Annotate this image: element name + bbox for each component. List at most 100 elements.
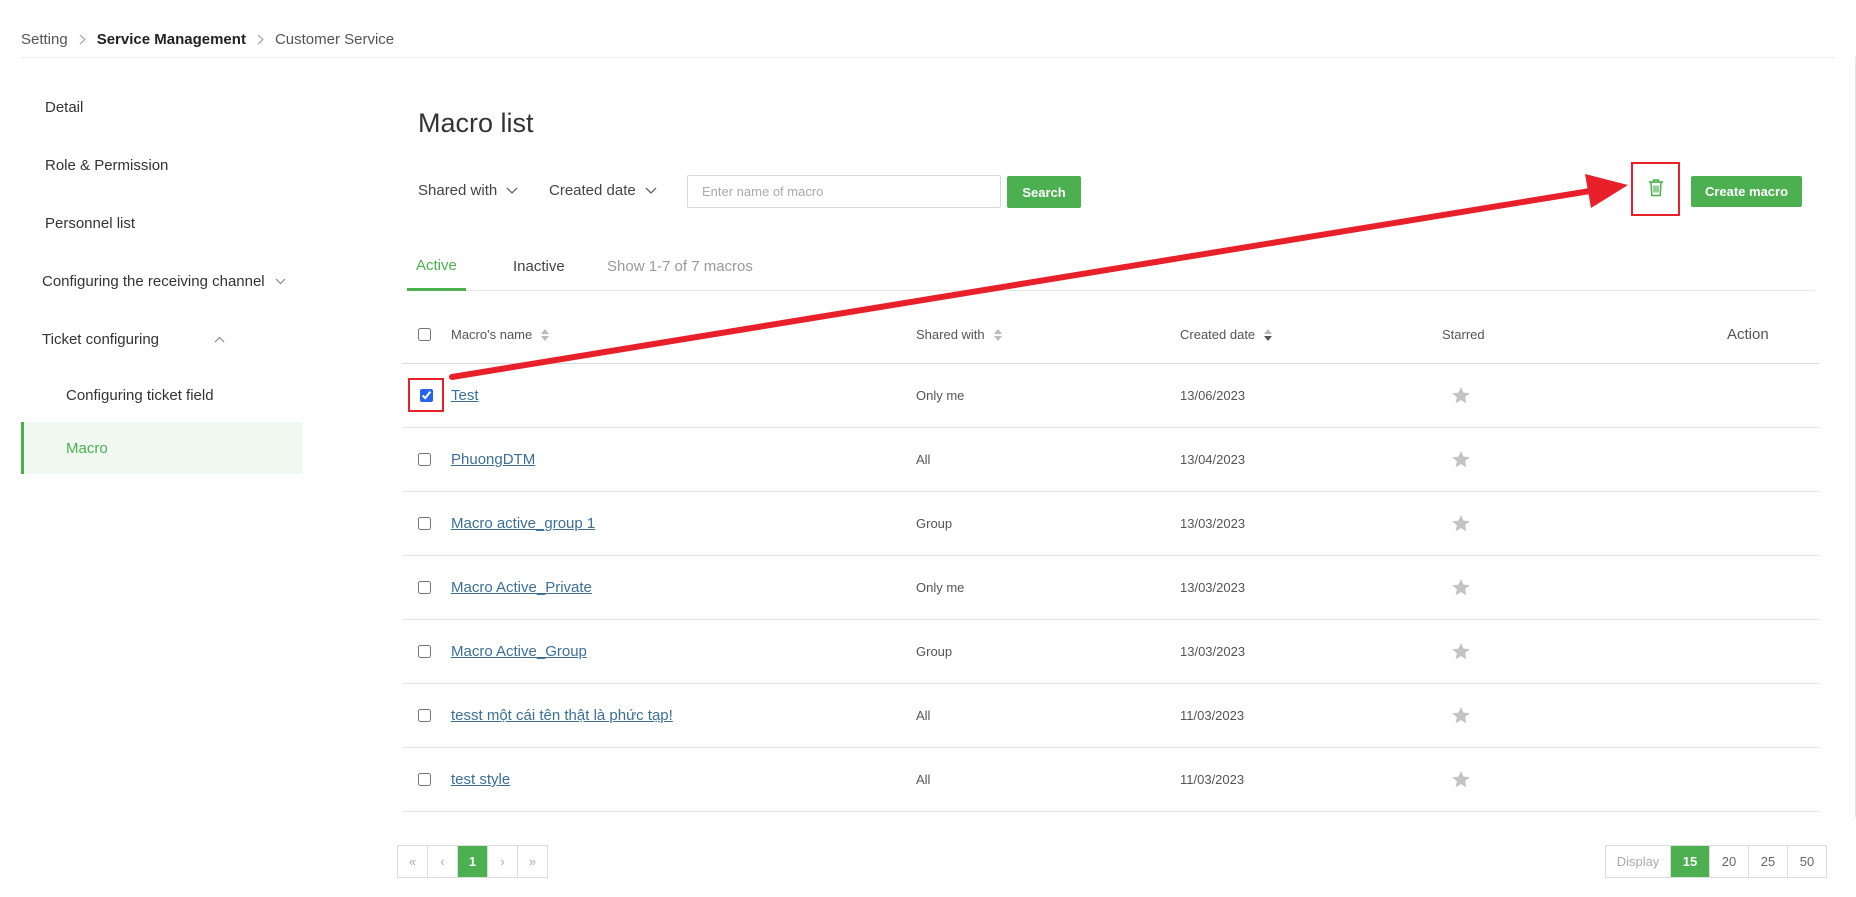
- row-checkbox-cell: [418, 684, 431, 747]
- row-checkbox[interactable]: [418, 645, 431, 658]
- page-size-option[interactable]: 20: [1710, 846, 1749, 877]
- sidebar-item-personnel-list[interactable]: Personnel list: [21, 194, 302, 252]
- created-date-filter-label: Created date: [549, 182, 636, 199]
- breadcrumb-service-management[interactable]: Service Management: [97, 31, 246, 48]
- starred-cell: [1451, 428, 1471, 491]
- macro-name-link[interactable]: Test: [451, 387, 479, 404]
- star-icon[interactable]: [1451, 578, 1471, 597]
- row-checkbox-cell: [418, 428, 431, 491]
- sidebar-item-role-permission[interactable]: Role & Permission: [21, 136, 302, 194]
- row-checkbox-cell: [418, 492, 431, 555]
- star-icon[interactable]: [1451, 642, 1471, 661]
- sidebar-item-detail[interactable]: Detail: [21, 78, 302, 136]
- prev-page-button[interactable]: ‹: [428, 846, 458, 877]
- page-size-option[interactable]: 15: [1671, 846, 1710, 877]
- starred-cell: [1451, 620, 1471, 683]
- sidebar-item-receiving-channel[interactable]: Configuring the receiving channel: [21, 252, 302, 310]
- table-row: Macro Active_Private Only me 13/03/2023: [402, 556, 1819, 620]
- sidebar: Detail Role & Permission Personnel list …: [21, 78, 302, 474]
- created-date-cell: 11/03/2023: [1180, 772, 1245, 787]
- row-checkbox[interactable]: [418, 773, 431, 786]
- macro-name-cell: test style: [451, 748, 510, 811]
- shared-with-cell: All: [916, 772, 931, 787]
- created-date-cell: 11/03/2023: [1180, 708, 1245, 723]
- macro-name-link[interactable]: Macro Active_Private: [451, 579, 592, 596]
- last-page-button[interactable]: »: [518, 846, 547, 877]
- sidebar-item-label: Macro: [66, 439, 108, 457]
- shared-with-cell: Only me: [916, 388, 965, 403]
- created-date-filter[interactable]: Created date: [549, 182, 657, 199]
- created-date-cell: 13/03/2023: [1180, 644, 1246, 659]
- sort-icon: [541, 328, 550, 341]
- tab-inactive[interactable]: Inactive: [513, 243, 565, 289]
- sort-icon: [993, 328, 1002, 341]
- sidebar-item-ticket-configuring[interactable]: Ticket configuring: [21, 310, 302, 368]
- row-checkbox[interactable]: [418, 581, 431, 594]
- result-count: Show 1-7 of 7 macros: [607, 257, 753, 275]
- sidebar-item-configuring-ticket-field[interactable]: Configuring ticket field: [21, 368, 302, 422]
- table-header: Macro's name Shared with Created date St…: [402, 306, 1819, 364]
- search-input[interactable]: [687, 175, 1001, 208]
- shared-with-filter-label: Shared with: [418, 182, 498, 199]
- row-checkbox[interactable]: [418, 709, 431, 722]
- sidebar-item-label: Configuring the receiving channel: [42, 272, 265, 290]
- created-date-cell: 13/03/2023: [1180, 516, 1246, 531]
- page-button-current[interactable]: 1: [458, 846, 488, 877]
- page-title: Macro list: [418, 108, 534, 138]
- macro-name-link[interactable]: tesst một cái tên thật là phức tạp!: [451, 707, 673, 724]
- macro-name-link[interactable]: PhuongDTM: [451, 451, 535, 468]
- macro-table: Macro's name Shared with Created date St…: [402, 306, 1819, 812]
- star-icon[interactable]: [1451, 706, 1471, 725]
- col-shared-with[interactable]: Shared with: [916, 306, 1002, 363]
- shared-with-cell: All: [916, 708, 931, 723]
- macro-name-cell: PhuongDTM: [451, 428, 535, 491]
- col-created-date[interactable]: Created date: [1180, 306, 1273, 363]
- page-size-selector: Display 15 20 25 50: [1605, 845, 1827, 878]
- tab-active[interactable]: Active: [407, 243, 466, 291]
- shared-with-cell: Group: [916, 644, 953, 659]
- table-row: tesst một cái tên thật là phức tạp! All 11…: [402, 684, 1819, 748]
- row-checkbox-cell: [418, 748, 431, 811]
- row-checkbox[interactable]: [419, 388, 433, 402]
- row-checkbox[interactable]: [418, 453, 431, 466]
- breadcrumb: Setting Service Management Customer Serv…: [21, 28, 394, 50]
- page-size-option[interactable]: 25: [1749, 846, 1788, 877]
- sidebar-item-label: Role & Permission: [45, 156, 169, 174]
- table-row: Macro Active_Group Group 13/03/2023: [402, 620, 1819, 684]
- sidebar-item-label: Ticket configuring: [42, 330, 159, 348]
- star-icon[interactable]: [1451, 450, 1471, 469]
- next-page-button[interactable]: ›: [488, 846, 518, 877]
- chevron-down-icon: [645, 187, 657, 194]
- macro-name-link[interactable]: Macro active_group 1: [451, 515, 595, 532]
- first-page-button[interactable]: «: [398, 846, 428, 877]
- table-row: test style All 11/03/2023: [402, 748, 1819, 812]
- row-checkbox[interactable]: [418, 517, 431, 530]
- page-size-option[interactable]: 50: [1788, 846, 1826, 877]
- macro-name-cell: Macro active_group 1: [451, 492, 595, 555]
- star-icon[interactable]: [1451, 770, 1471, 789]
- sidebar-item-label: Personnel list: [45, 214, 136, 232]
- chevron-up-icon: [214, 336, 225, 343]
- macro-name-link[interactable]: test style: [451, 771, 510, 788]
- breadcrumb-customer-service: Customer Service: [274, 30, 395, 48]
- chevron-right-icon: [79, 34, 86, 45]
- sidebar-item-macro[interactable]: Macro: [21, 422, 302, 474]
- col-macro-name[interactable]: Macro's name: [451, 306, 550, 363]
- col-created-date-label: Created date: [1180, 327, 1256, 342]
- macro-name-link[interactable]: Macro Active_Group: [451, 643, 587, 660]
- select-all-checkbox[interactable]: [418, 328, 431, 341]
- macro-name-cell: Macro Active_Private: [451, 556, 592, 619]
- create-macro-button[interactable]: Create macro: [1691, 176, 1802, 207]
- header-divider: [21, 57, 1835, 58]
- chevron-down-icon: [275, 278, 286, 285]
- checkbox-highlight: [408, 378, 444, 412]
- starred-cell: [1451, 748, 1471, 811]
- star-icon[interactable]: [1451, 514, 1471, 533]
- delete-button[interactable]: [1631, 162, 1680, 216]
- macro-name-cell: Macro Active_Group: [451, 620, 587, 683]
- search-button[interactable]: Search: [1007, 176, 1081, 208]
- breadcrumb-setting[interactable]: Setting: [21, 31, 68, 48]
- sidebar-item-label: Detail: [45, 98, 84, 116]
- star-icon[interactable]: [1451, 386, 1471, 405]
- shared-with-filter[interactable]: Shared with: [418, 182, 518, 199]
